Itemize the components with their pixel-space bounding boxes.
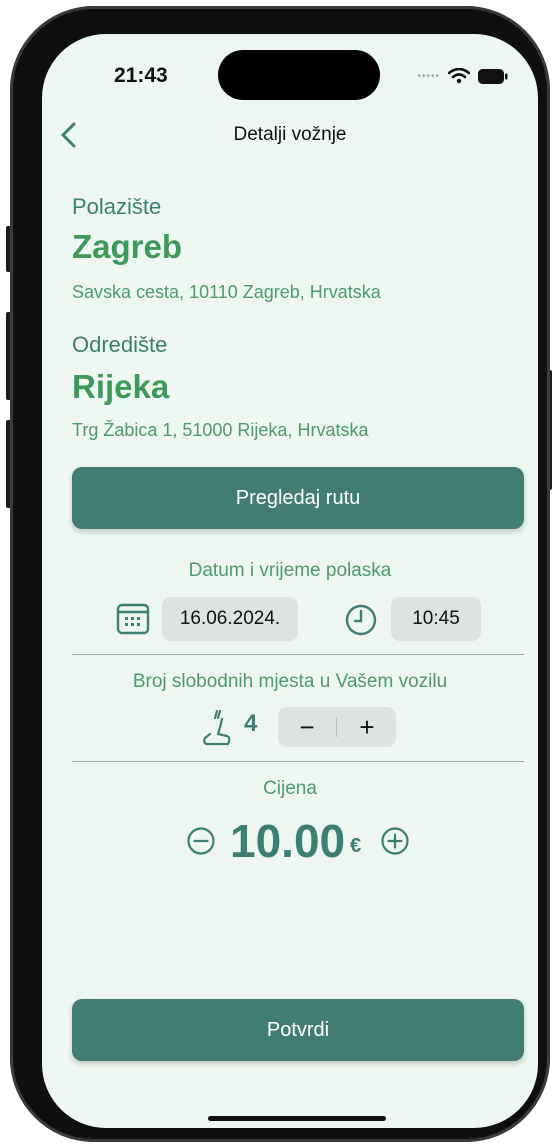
seats-title: Broj slobodnih mjesta u Vašem vozilu [132, 671, 448, 692]
battery-icon [478, 68, 508, 84]
destination-label: Odredište [72, 332, 168, 357]
departure-address: Savska cesta, 10110 Zagreb, Hrvatska [72, 282, 381, 302]
dynamic-island [218, 50, 380, 100]
increase-seats-button[interactable]: + [338, 707, 396, 747]
car-seat-icon [203, 709, 231, 746]
calendar-icon[interactable] [116, 602, 150, 636]
stepper-separator [336, 717, 337, 737]
screen: 21:43 ••••• Detalji vožnje Polazište Zag… [42, 34, 538, 1128]
seat-stepper: − + [278, 707, 396, 747]
cellular-icon: ••••• [417, 70, 440, 82]
departure-city: Zagreb [72, 228, 183, 265]
home-indicator [208, 1116, 386, 1121]
status-time: 21:43 [114, 64, 168, 87]
view-route-button[interactable]: Pregledaj rutu [72, 467, 524, 529]
currency-symbol: € [350, 835, 362, 857]
clock-icon[interactable] [344, 603, 378, 637]
seat-count: 4 [244, 710, 258, 737]
divider [72, 654, 524, 655]
divider [72, 761, 524, 762]
decrease-seats-button[interactable]: − [278, 707, 336, 747]
plus-circle-icon[interactable] [380, 826, 410, 856]
departure-label: Polazište [72, 194, 162, 219]
price-value: 10.00 [230, 815, 346, 867]
phone-frame: 21:43 ••••• Detalji vožnje Polazište Zag… [10, 6, 550, 1142]
wifi-icon [448, 68, 470, 84]
price-title: Cijena [263, 778, 317, 799]
minus-circle-icon[interactable] [186, 826, 216, 856]
datetime-title: Datum i vrijeme polaska [188, 560, 392, 581]
date-picker[interactable]: 16.06.2024. [162, 597, 298, 641]
time-picker[interactable]: 10:45 [391, 597, 481, 641]
destination-city: Rijeka [72, 368, 170, 405]
page-title: Detalji vožnje [233, 124, 347, 145]
status-icons: ••••• [417, 68, 508, 84]
destination-address: Trg Žabica 1, 51000 Rijeka, Hrvatska [72, 420, 369, 440]
confirm-button[interactable]: Potvrdi [72, 999, 524, 1061]
